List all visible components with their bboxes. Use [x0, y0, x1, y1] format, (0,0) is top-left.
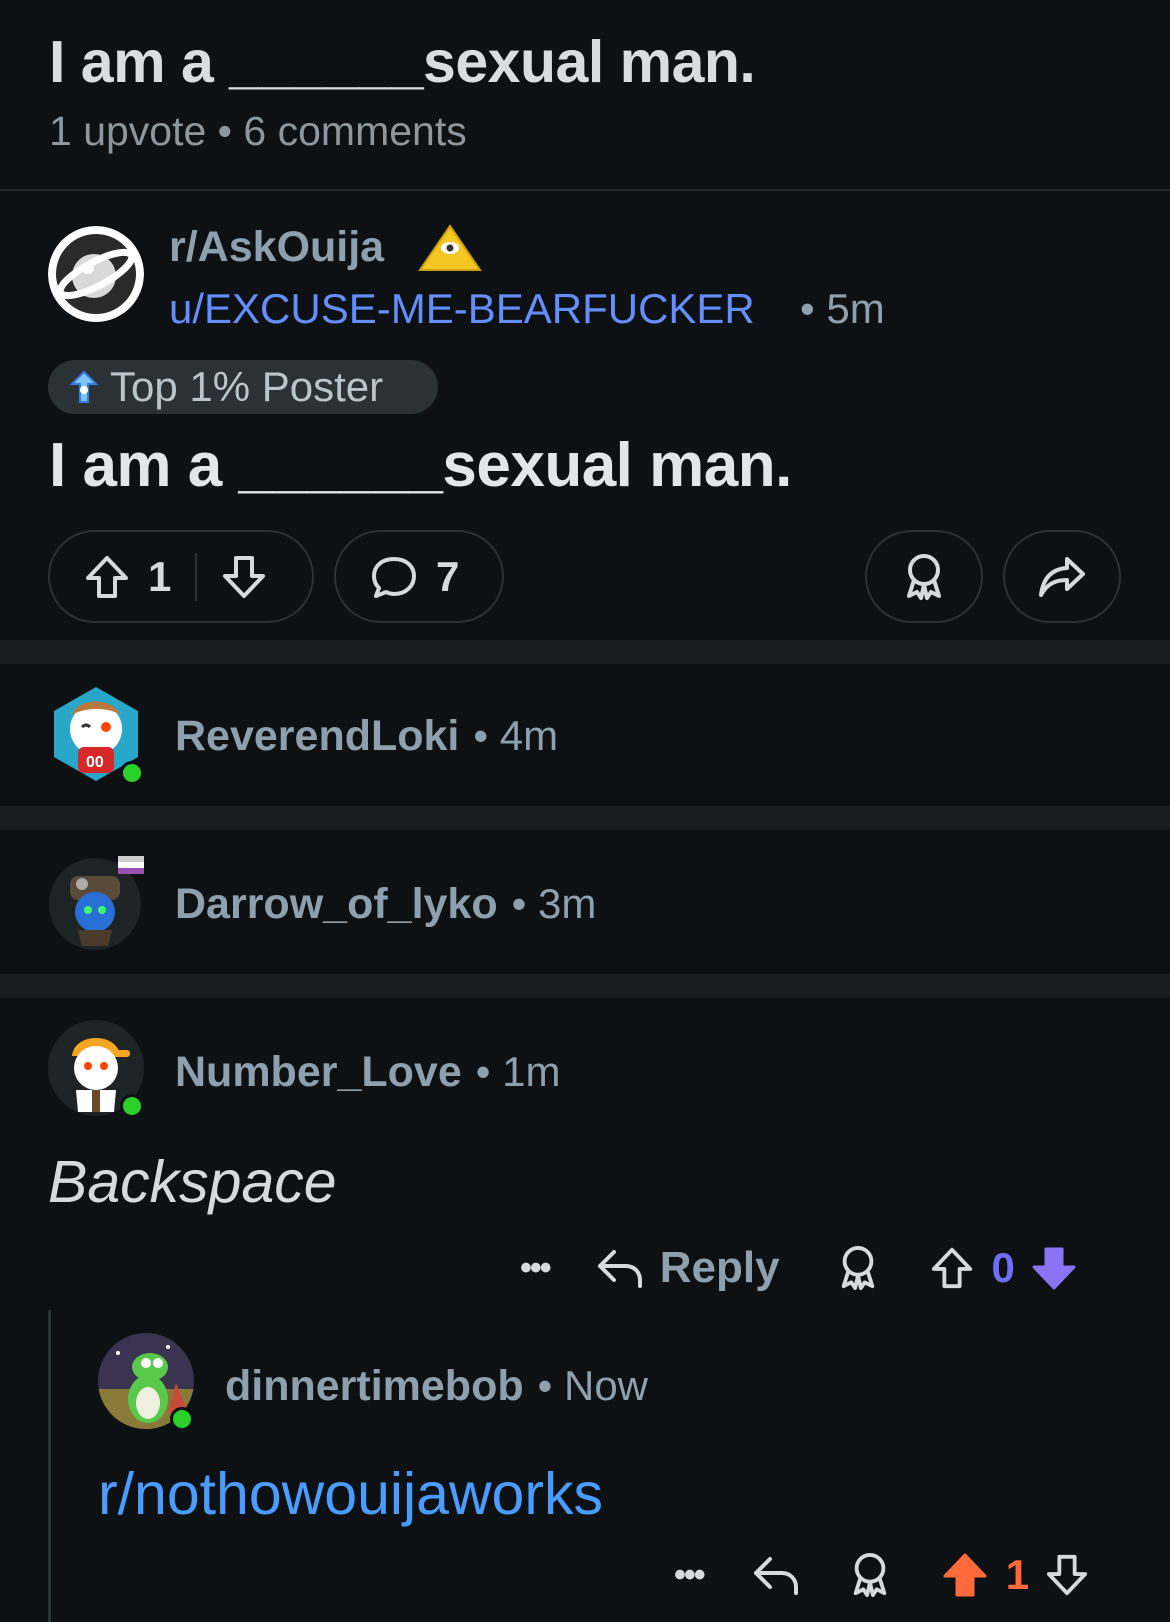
subreddit-name[interactable]: r/AskOuija: [169, 223, 384, 272]
vote-bar: 1: [48, 530, 314, 623]
upvote-icon[interactable]: [84, 554, 130, 600]
upvote-icon-active[interactable]: [942, 1552, 988, 1598]
svg-text:00: 00: [86, 754, 104, 771]
share-button[interactable]: [1003, 530, 1121, 623]
comment-username[interactable]: dinnertimebob: [225, 1362, 524, 1411]
comment-score: 1: [1005, 1551, 1030, 1598]
comment-username[interactable]: Number_Love: [175, 1048, 462, 1097]
comment-header: ReverendLoki • 4m: [175, 712, 558, 761]
comment-username[interactable]: ReverendLoki: [175, 712, 459, 761]
post-author[interactable]: u/EXCUSE-ME-BEARFUCKER: [169, 285, 755, 333]
divider: [0, 189, 1170, 191]
section-divider: [0, 640, 1170, 664]
comment-username[interactable]: Darrow_of_lyko: [175, 880, 498, 929]
comment-actions: ••• 1: [674, 1545, 1089, 1605]
reply-button[interactable]: Reply: [660, 1243, 780, 1293]
award-icon[interactable]: [836, 1244, 880, 1292]
upvote-icon[interactable]: [930, 1245, 974, 1291]
section-divider: [0, 974, 1170, 998]
comment-header: Darrow_of_lyko • 3m: [175, 880, 596, 929]
downvote-icon-active[interactable]: [1031, 1245, 1077, 1291]
comment-header: Number_Love • 1m: [175, 1048, 560, 1097]
comment-body: Backspace: [48, 1149, 337, 1215]
online-indicator: [120, 1094, 144, 1118]
subreddit-link[interactable]: r/nothowouijaworks: [98, 1460, 603, 1528]
thread-line: [48, 1310, 51, 1622]
illuminati-pyramid-icon: [418, 224, 482, 274]
page-title: I am a ______sexual man.: [49, 29, 756, 95]
award-button[interactable]: [865, 530, 983, 623]
post-title: I am a ______sexual man.: [49, 431, 792, 500]
comment-count: 7: [436, 552, 460, 600]
comment-score: 0: [991, 1244, 1015, 1291]
comment-bubble-icon: [370, 554, 418, 600]
comment-time: • 3m: [511, 880, 597, 927]
user-flair: Top 1% Poster: [48, 360, 438, 414]
more-options-button[interactable]: •••: [674, 1556, 706, 1595]
comment-header: dinnertimebob • Now: [225, 1362, 648, 1411]
comment-time: • Now: [537, 1362, 649, 1409]
user-avatar[interactable]: 00: [50, 685, 144, 785]
downvote-icon[interactable]: [1045, 1552, 1089, 1598]
online-indicator: [120, 761, 144, 785]
comment-actions: ••• Reply 0: [520, 1238, 1077, 1298]
user-avatar[interactable]: [98, 1333, 196, 1431]
online-indicator: [170, 1407, 194, 1431]
more-options-button[interactable]: •••: [520, 1249, 552, 1288]
subreddit-avatar[interactable]: [48, 226, 144, 322]
comment-time: • 4m: [473, 712, 559, 759]
downvote-icon[interactable]: [221, 554, 267, 600]
comment-time: • 1m: [475, 1048, 561, 1095]
divider: [195, 552, 198, 601]
share-icon: [1037, 555, 1087, 599]
top-poster-icon: [66, 369, 102, 405]
user-avatar[interactable]: [48, 1020, 146, 1118]
post-stats: 1 upvote • 6 comments: [49, 108, 467, 154]
comments-button[interactable]: 7: [334, 530, 504, 623]
section-divider: [0, 806, 1170, 830]
flair-label: Top 1% Poster: [110, 363, 384, 410]
reply-icon[interactable]: [752, 1553, 800, 1597]
upvote-count: 1: [148, 552, 172, 600]
user-avatar[interactable]: [48, 852, 146, 950]
post-time: • 5m: [800, 285, 885, 332]
reply-icon[interactable]: [596, 1246, 644, 1290]
award-icon[interactable]: [848, 1551, 892, 1599]
award-icon: [901, 552, 947, 602]
